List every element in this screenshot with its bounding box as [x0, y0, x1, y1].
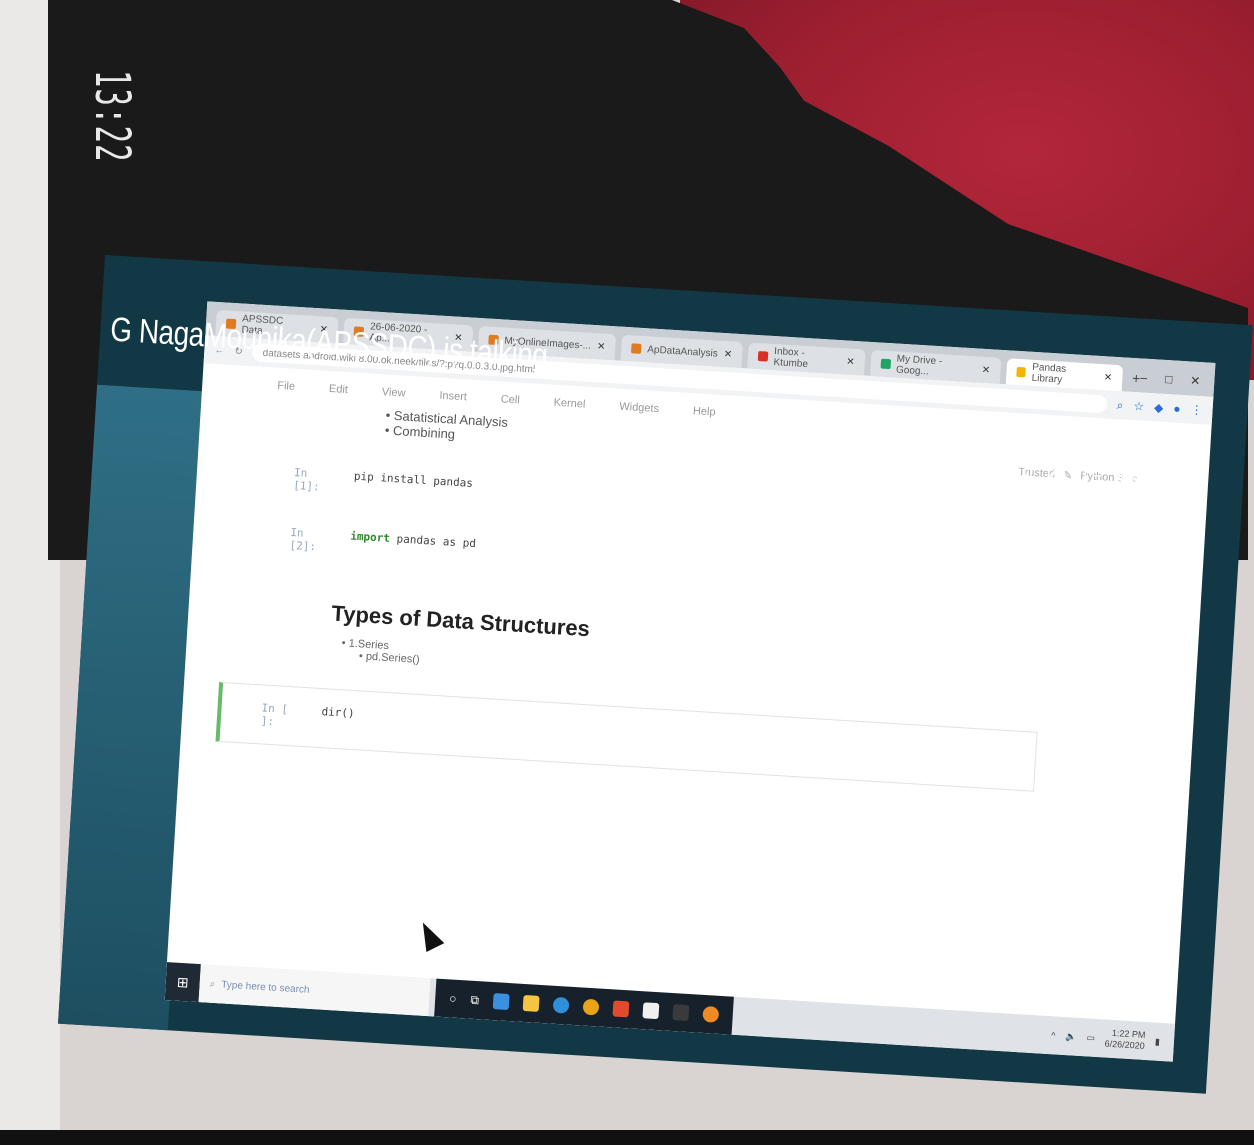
- signal-bars-icon: .ıl: [1150, 469, 1166, 491]
- shared-screen: APSSDC Data... ✕ 26-06-2020 - Ap... ✕ MyOn…: [164, 301, 1216, 1062]
- file-explorer-icon[interactable]: [522, 994, 540, 1012]
- menu-view[interactable]: View: [381, 386, 405, 399]
- code-text: pandas as pd: [389, 531, 477, 551]
- data-drop-icon: ◊: [976, 458, 987, 480]
- cell-code[interactable]: import pandas as pd: [349, 530, 476, 564]
- zoom-icon[interactable]: ⌕: [1116, 398, 1124, 413]
- code-keyword: import: [349, 529, 391, 545]
- taskbar-date: 6/26/2020: [1104, 1038, 1146, 1051]
- profile-icon[interactable]: ●: [1173, 401, 1181, 416]
- cell-code[interactable]: pip install pandas: [353, 470, 474, 503]
- mouse-cursor-icon: [413, 918, 445, 953]
- office-icon[interactable]: [612, 1000, 630, 1018]
- phone-clock: 13:22: [84, 70, 140, 163]
- store-icon[interactable]: [642, 1002, 660, 1020]
- bottom-edge: [0, 1130, 1254, 1145]
- app-orange-icon[interactable]: [702, 1005, 720, 1023]
- drive-favicon-icon: [880, 358, 891, 370]
- cell-prompt: In [2]:: [289, 525, 317, 554]
- minimize-button[interactable]: –: [1140, 370, 1148, 384]
- close-tab-icon[interactable]: ✕: [597, 341, 606, 352]
- menu-insert[interactable]: Insert: [439, 390, 467, 404]
- menu-widgets[interactable]: Widgets: [619, 401, 659, 415]
- window-controls: – □ ✕: [1140, 370, 1201, 388]
- extensions-area: ⌕ ☆ ◆ ● ⋮: [1116, 398, 1203, 418]
- meeting-window: APSSDC Data... ✕ 26-06-2020 - Ap... ✕ MyOn…: [57, 255, 1253, 1094]
- chrome-icon[interactable]: [582, 998, 600, 1016]
- battery-level: 55: [1176, 471, 1204, 493]
- close-tab-icon[interactable]: ✕: [846, 356, 855, 367]
- menu-edit[interactable]: Edit: [329, 383, 349, 396]
- search-icon: ⌕: [209, 978, 216, 990]
- cortana-icon[interactable]: ○: [449, 991, 457, 1005]
- terminal-icon[interactable]: [672, 1004, 690, 1022]
- search-placeholder: Type here to search: [220, 978, 310, 996]
- windows-taskbar: ⊞ ⌕ Type here to search ○ ⧉ ^ 🔈 ▭ 1:22 P…: [164, 962, 1176, 1062]
- gmail-favicon-icon: [757, 351, 769, 362]
- more-menu-icon[interactable]: ⋮: [1190, 402, 1203, 418]
- tab-favicon-icon: [1015, 366, 1027, 378]
- extension-icon[interactable]: ◆: [1154, 400, 1164, 416]
- maximize-button[interactable]: □: [1165, 372, 1173, 386]
- tray-chevron-icon[interactable]: ^: [1051, 1030, 1056, 1040]
- edge-icon[interactable]: [552, 996, 570, 1014]
- active-code-cell[interactable]: In [ ]: dir(): [215, 681, 1038, 792]
- notifications-icon[interactable]: ▮: [1155, 1036, 1161, 1047]
- menu-help[interactable]: Help: [693, 405, 716, 418]
- mail-icon[interactable]: [492, 993, 510, 1011]
- task-view-icon[interactable]: ⧉: [470, 992, 479, 1007]
- bookmark-star-icon[interactable]: ☆: [1133, 399, 1145, 415]
- close-window-button[interactable]: ✕: [1190, 374, 1201, 389]
- cell-prompt: In [ ]:: [260, 701, 289, 729]
- tab-favicon-icon: [631, 343, 642, 354]
- network-icon[interactable]: ▭: [1086, 1032, 1095, 1043]
- cell-prompt: In [1]:: [292, 465, 321, 494]
- network-type: 4G: [1114, 467, 1140, 489]
- volume-icon[interactable]: 🔈: [1065, 1031, 1077, 1043]
- volte-label: Vo LTE: [1044, 462, 1104, 487]
- menu-cell[interactable]: Cell: [500, 393, 520, 406]
- taskbar-clock[interactable]: 1:22 PM 6/26/2020: [1104, 1028, 1145, 1052]
- notebook-body: Satatistical Analysis Combining In [1]: …: [215, 402, 1055, 792]
- taskbar-apps: ○ ⧉: [434, 978, 734, 1035]
- taskbar-search[interactable]: ⌕ Type here to search: [198, 964, 431, 1017]
- close-tab-icon[interactable]: ✕: [1103, 372, 1112, 383]
- menu-file[interactable]: File: [277, 380, 295, 393]
- data-speed: 29.0: [997, 459, 1034, 483]
- close-tab-icon[interactable]: ✕: [982, 364, 991, 375]
- code-cell[interactable]: In [1]: pip install pandas: [291, 466, 1051, 538]
- windows-start-icon[interactable]: ⊞: [164, 962, 201, 1003]
- cell-code-input[interactable]: dir(): [321, 705, 355, 720]
- code-cell[interactable]: In [2]: import pandas as pd: [287, 526, 1047, 598]
- close-tab-icon[interactable]: ✕: [723, 348, 732, 359]
- menu-kernel[interactable]: Kernel: [553, 397, 585, 411]
- system-tray: ^ 🔈 ▭ 1:22 PM 6/26/2020 ▮: [1050, 1024, 1174, 1053]
